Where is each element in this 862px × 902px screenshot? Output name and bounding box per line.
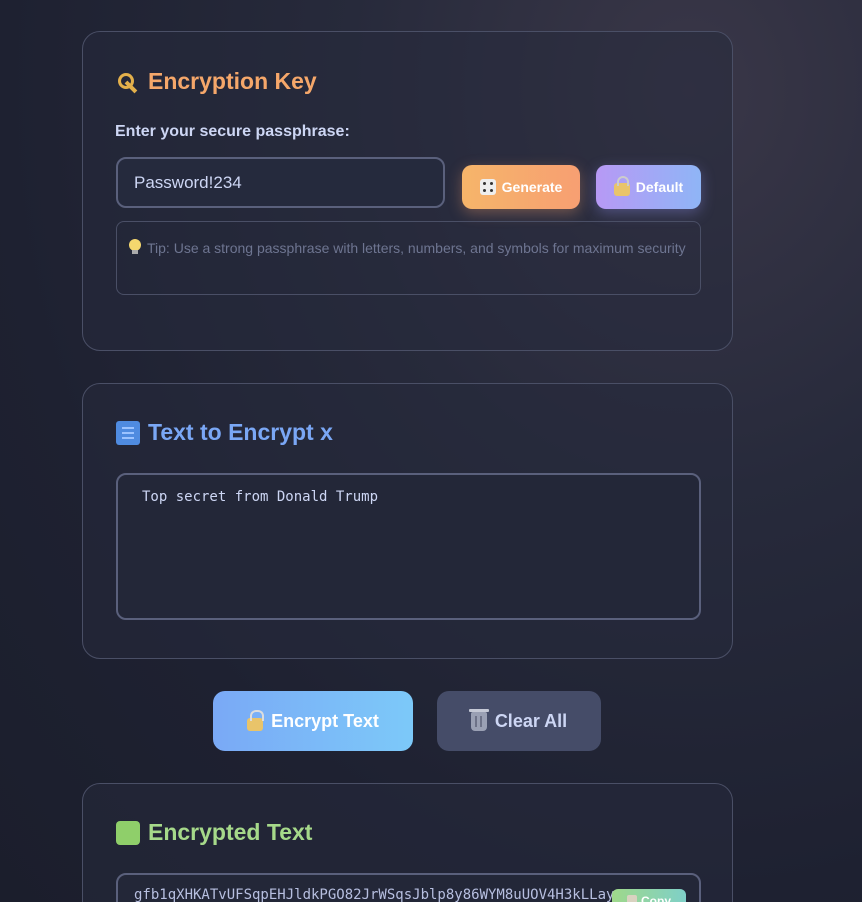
lightbulb-icon	[129, 239, 141, 255]
clear-all-button-label: Clear All	[494, 710, 568, 731]
clipboard-icon	[627, 895, 637, 902]
lock-with-key-icon	[613, 175, 630, 196]
key-icon	[116, 70, 140, 94]
encrypted-text-title-text: Encrypted Text	[148, 819, 313, 845]
passphrase-label: Enter your secure passphrase:	[115, 123, 350, 140]
text-to-encrypt-title-text: Text to Encrypt x	[148, 419, 333, 445]
text-to-encrypt-title: Text to Encrypt x	[116, 419, 333, 446]
dice-icon	[479, 179, 496, 195]
encrypted-output-text: gfb1qXHKATvUFSqpEHJldkPGO82JrWSqsJblp8y8…	[134, 887, 615, 902]
plaintext-input[interactable]: Top secret from Donald Trump	[116, 473, 701, 620]
document-icon	[116, 420, 140, 445]
encryption-key-title-text: Encryption Key	[148, 68, 317, 94]
encrypt-text-button[interactable]: Encrypt Text	[213, 691, 413, 751]
lock-icon	[247, 709, 265, 731]
green-square-icon	[116, 820, 140, 845]
generate-button-label: Generate	[501, 179, 563, 195]
encryption-key-card: Encryption Key Enter your secure passphr…	[82, 31, 733, 351]
passphrase-input[interactable]	[116, 157, 445, 208]
passphrase-tip: Tip: Use a strong passphrase with letter…	[116, 221, 701, 295]
copy-button[interactable]: Copy	[612, 889, 686, 902]
text-to-encrypt-card: Text to Encrypt x Top secret from Donald…	[82, 383, 733, 659]
encryption-key-title: Encryption Key	[116, 68, 317, 95]
default-button-label: Default	[635, 179, 684, 195]
trash-icon	[468, 708, 489, 731]
encrypted-text-title: Encrypted Text	[116, 819, 312, 846]
encrypted-text-card: Encrypted Text gfb1qXHKATvUFSqpEHJldkPGO…	[82, 783, 733, 902]
default-button[interactable]: Default	[596, 165, 701, 209]
encrypted-output[interactable]: gfb1qXHKATvUFSqpEHJldkPGO82JrWSqsJblp8y8…	[116, 873, 701, 902]
encrypt-text-button-label: Encrypt Text	[271, 710, 379, 731]
copy-button-label: Copy	[641, 894, 671, 902]
generate-button[interactable]: Generate	[462, 165, 580, 209]
passphrase-tip-text: Tip: Use a strong passphrase with letter…	[147, 240, 686, 256]
clear-all-button[interactable]: Clear All	[437, 691, 601, 751]
